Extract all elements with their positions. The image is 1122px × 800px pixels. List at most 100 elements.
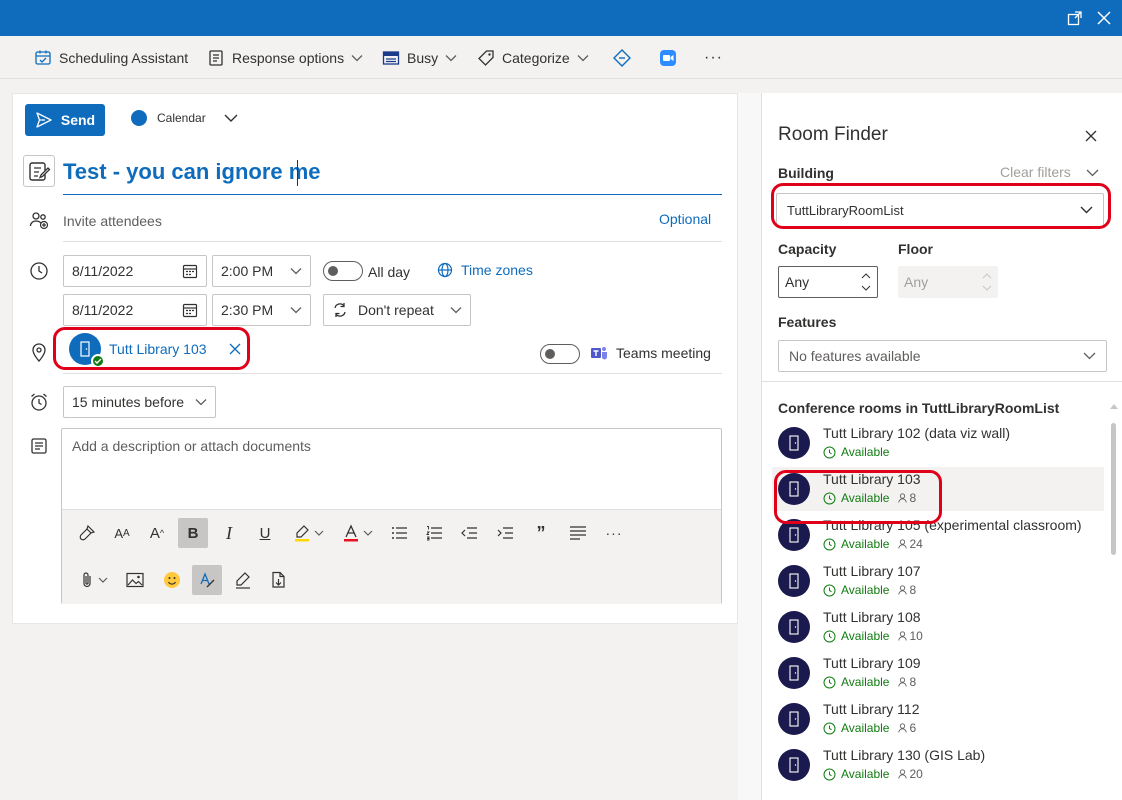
zoom-meeting-button[interactable] bbox=[659, 36, 677, 79]
send-label: Send bbox=[60, 112, 96, 128]
scheduling-assistant-label: Scheduling Assistant bbox=[59, 49, 189, 66]
font-size-icon[interactable]: AA bbox=[107, 518, 137, 548]
chevron-down-icon bbox=[450, 307, 462, 314]
more-format-icon[interactable]: ··· bbox=[599, 518, 629, 548]
room-status-label: Available bbox=[841, 675, 890, 689]
room-status-label: Available bbox=[841, 537, 890, 551]
location-pin-icon bbox=[28, 341, 50, 363]
bold-icon[interactable]: B bbox=[178, 518, 208, 548]
calendar-selector[interactable]: Calendar bbox=[131, 110, 238, 126]
all-day-toggle[interactable] bbox=[323, 261, 363, 281]
busy-status-button[interactable]: Busy bbox=[382, 36, 457, 79]
quote-icon[interactable]: ” bbox=[526, 518, 556, 548]
optional-attendees-link[interactable]: Optional bbox=[659, 211, 711, 227]
format-painter-icon[interactable] bbox=[72, 518, 102, 548]
room-list-scrollbar[interactable] bbox=[1110, 403, 1118, 793]
chevron-down-icon bbox=[290, 268, 302, 275]
event-title-input[interactable]: Test - you can ignore me bbox=[63, 159, 321, 185]
send-button[interactable]: Send bbox=[25, 104, 105, 136]
room-capacity: 24 bbox=[898, 537, 923, 551]
room-list-item[interactable]: Tutt Library 107 Available 8 bbox=[772, 559, 1104, 603]
capacity-spinner[interactable]: Any bbox=[778, 266, 878, 298]
chevron-down-icon bbox=[290, 307, 302, 314]
room-list-item[interactable]: Tutt Library 108 Available 10 bbox=[772, 605, 1104, 649]
description-editor[interactable]: Add a description or attach documents AA… bbox=[61, 428, 722, 604]
italic-icon[interactable]: I bbox=[214, 518, 244, 548]
close-window-icon[interactable] bbox=[1093, 7, 1115, 29]
calendar-label: Calendar bbox=[157, 111, 206, 125]
clear-filters-button[interactable]: Clear filters bbox=[1000, 164, 1071, 180]
floor-value: Any bbox=[904, 274, 929, 290]
room-capacity: 10 bbox=[898, 629, 923, 643]
teams-meeting-toggle[interactable] bbox=[540, 344, 580, 364]
grow-font-icon[interactable]: A ^ bbox=[142, 518, 172, 548]
reminder-dropdown[interactable]: 15 minutes before bbox=[63, 386, 216, 418]
busy-status-label: Busy bbox=[407, 49, 439, 66]
start-time-field[interactable]: 2:00 PM bbox=[212, 255, 311, 287]
chevron-down-icon[interactable] bbox=[1086, 169, 1099, 177]
skype-meeting-button[interactable] bbox=[612, 36, 632, 79]
text-cursor bbox=[297, 160, 298, 186]
room-list-item[interactable]: Tutt Library 109 Available 8 bbox=[772, 651, 1104, 695]
room-list-item[interactable]: Tutt Library 112 Available 6 bbox=[772, 697, 1104, 741]
scheduling-assistant-button[interactable]: Scheduling Assistant bbox=[34, 36, 188, 79]
start-time-value: 2:00 PM bbox=[221, 263, 274, 279]
pop-out-icon[interactable] bbox=[1064, 7, 1086, 29]
floor-spinner: Any bbox=[898, 266, 998, 298]
room-list-item[interactable]: Tutt Library 130 (GIS Lab) Available 20 bbox=[772, 743, 1104, 787]
alarm-clock-icon bbox=[28, 391, 50, 413]
tag-icon bbox=[478, 49, 494, 66]
bullets-icon[interactable] bbox=[384, 518, 414, 548]
clock-available-icon bbox=[823, 446, 836, 458]
scroll-up-icon[interactable] bbox=[1110, 403, 1118, 409]
room-icon bbox=[778, 703, 810, 735]
scroll-thumb[interactable] bbox=[1111, 423, 1116, 555]
capacity-value: Any bbox=[785, 274, 810, 290]
features-label: Features bbox=[778, 314, 837, 330]
chevron-down-icon bbox=[351, 54, 363, 61]
room-list-item[interactable]: Tutt Library 102 (data viz wall) Availab… bbox=[772, 421, 1104, 465]
features-dropdown[interactable]: No features available bbox=[778, 340, 1107, 372]
description-icon bbox=[28, 435, 50, 457]
room-name: Tutt Library 107 bbox=[823, 563, 921, 579]
location-highlight-ring bbox=[53, 327, 250, 370]
highlight-icon[interactable] bbox=[286, 518, 330, 548]
signature-icon[interactable] bbox=[228, 565, 258, 595]
align-icon[interactable] bbox=[563, 518, 593, 548]
spinner-arrows-icon bbox=[982, 273, 992, 291]
room-name: Tutt Library 109 bbox=[823, 655, 921, 671]
floor-label: Floor bbox=[898, 241, 933, 257]
ribbon-toolbar: Scheduling Assistant Response options Bu… bbox=[0, 36, 1122, 79]
building-label: Building bbox=[778, 165, 834, 181]
time-zones-button[interactable]: Time zones bbox=[437, 262, 533, 278]
attendees-input[interactable]: Invite attendees bbox=[63, 213, 162, 229]
decrease-indent-icon[interactable] bbox=[454, 518, 484, 548]
end-date-field[interactable]: 8/11/2022 bbox=[63, 294, 207, 326]
attach-icon[interactable] bbox=[74, 565, 114, 595]
underline-icon[interactable]: U bbox=[250, 518, 280, 548]
font-color-icon[interactable] bbox=[335, 518, 379, 548]
door-icon bbox=[789, 711, 799, 727]
building-highlight-ring bbox=[771, 183, 1111, 229]
room-capacity-value: 24 bbox=[909, 537, 923, 551]
end-time-field[interactable]: 2:30 PM bbox=[212, 294, 311, 326]
insert-file-icon[interactable] bbox=[264, 565, 294, 595]
increase-indent-icon[interactable] bbox=[490, 518, 520, 548]
clock-available-icon bbox=[823, 768, 836, 780]
features-value: No features available bbox=[789, 348, 921, 364]
room-status: Available bbox=[823, 445, 889, 459]
editor-icon[interactable] bbox=[192, 565, 222, 595]
repeat-dropdown[interactable]: Don't repeat bbox=[323, 294, 471, 326]
close-icon[interactable] bbox=[1082, 127, 1100, 145]
clock-icon bbox=[28, 260, 50, 282]
more-options-button[interactable]: ··· bbox=[704, 36, 723, 79]
insert-picture-icon[interactable] bbox=[120, 565, 150, 595]
response-options-icon bbox=[209, 49, 223, 66]
emoji-icon[interactable] bbox=[157, 565, 187, 595]
room-capacity: 8 bbox=[898, 675, 916, 689]
start-date-field[interactable]: 8/11/2022 bbox=[63, 255, 207, 287]
room-status-label: Available bbox=[841, 721, 890, 735]
numbering-icon[interactable] bbox=[419, 518, 449, 548]
response-options-button[interactable]: Response options bbox=[207, 36, 363, 79]
categorize-button[interactable]: Categorize bbox=[477, 36, 589, 79]
